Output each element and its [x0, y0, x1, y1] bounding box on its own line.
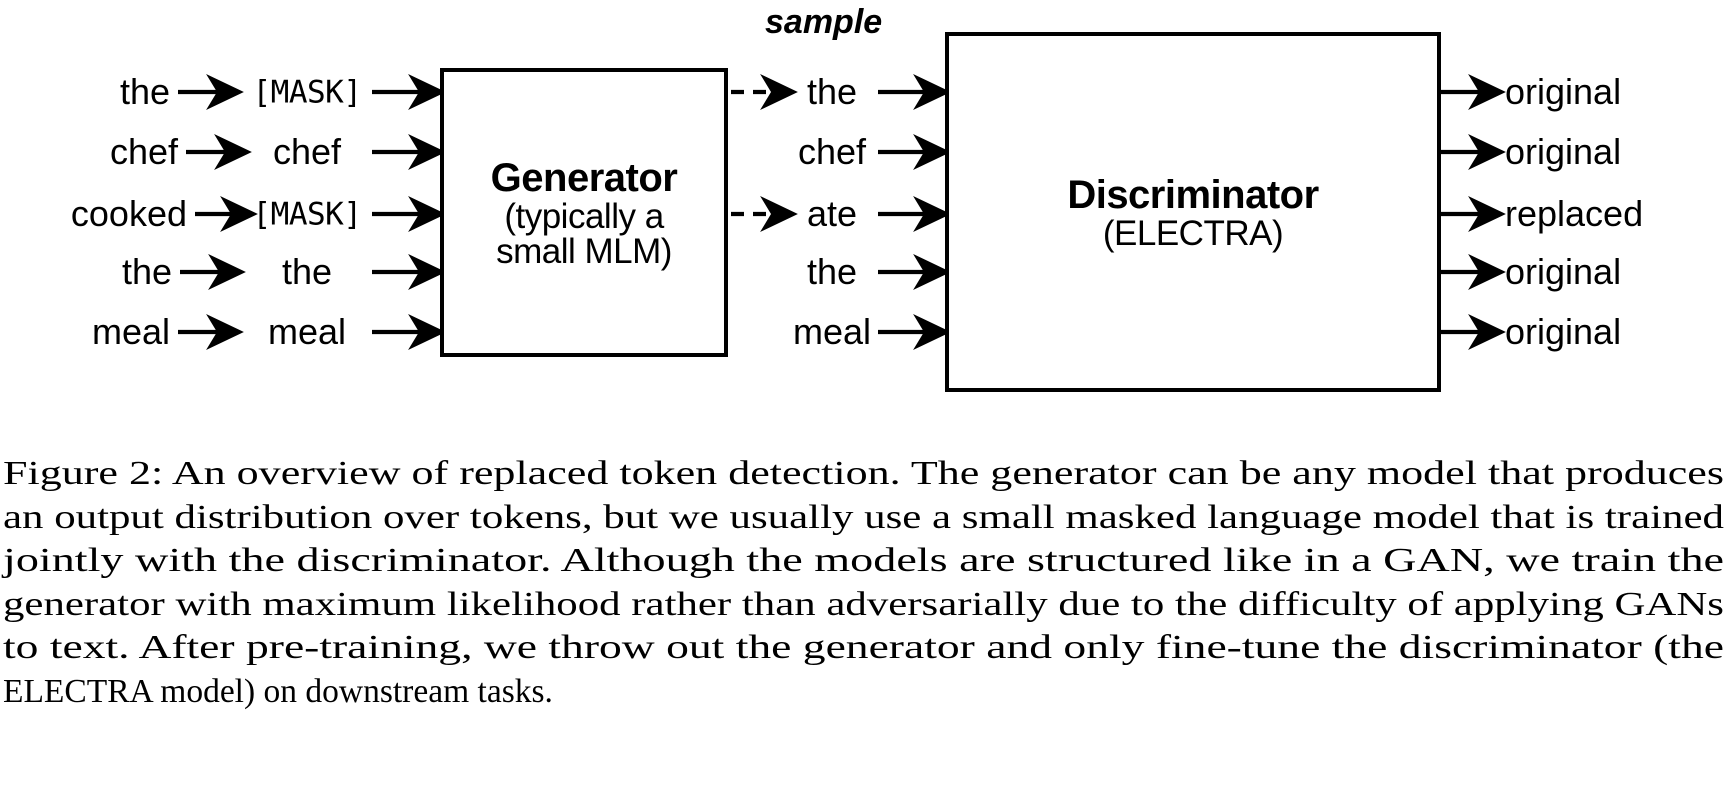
masked-token-2: [MASK] — [252, 196, 362, 233]
caption-line-5: to text. After pre-training, we throw ou… — [3, 629, 1724, 666]
arrows-input-to-masked — [178, 73, 258, 351]
figure-caption: Figure 2: An overview of replaced token … — [3, 452, 1724, 713]
output-label-2: replaced — [1505, 193, 1644, 234]
arrows-discriminator-to-output — [1440, 73, 1506, 351]
masked-token-0: [MASK] — [252, 74, 362, 111]
masked-token-1: chef — [272, 131, 342, 172]
caption-line-3: jointly with the discriminator. Although… — [3, 542, 1725, 579]
input-token-3: the — [121, 251, 172, 292]
discriminator-subtitle-line1: (ELECTRA) — [1102, 213, 1284, 253]
masked-token-4: meal — [267, 311, 347, 352]
caption-line-1: Figure 2: An overview of replaced token … — [3, 455, 1724, 492]
sampled-token-1: chef — [797, 131, 867, 172]
caption-line-4: generator with maximum likelihood rather… — [3, 585, 1724, 623]
masked-token-3: the — [281, 251, 333, 292]
sample-label: sample — [765, 3, 883, 41]
discriminator-title: Discriminator — [1067, 172, 1319, 217]
figure-diagram: sample the chef cooked the meal [MASK] c… — [0, 0, 1727, 430]
sampled-token-4: meal — [792, 311, 872, 352]
sampled-token-3: the — [806, 251, 858, 292]
input-token-2: cooked — [70, 193, 187, 234]
arrows-masked-to-generator — [372, 73, 446, 351]
arrows-sample-to-discriminator — [878, 73, 951, 351]
generator-title: Generator — [490, 155, 678, 200]
generator-box[interactable]: Generator (typically a small MLM) — [440, 68, 728, 357]
arrows-generator-sample-dashed — [731, 73, 798, 233]
output-label-3: original — [1505, 251, 1622, 292]
sampled-token-2: ate — [806, 193, 858, 234]
caption-line-6: ELECTRA model) on downstream tasks. — [3, 672, 553, 710]
input-token-4: meal — [91, 311, 170, 352]
caption-line-2: an output distribution over tokens, but … — [3, 498, 1724, 536]
generator-subtitle-line2: small MLM) — [496, 231, 672, 271]
output-label-1: original — [1505, 131, 1622, 172]
input-token-1: chef — [109, 131, 178, 172]
sampled-token-0: the — [806, 71, 858, 112]
discriminator-box[interactable]: Discriminator (ELECTRA) — [945, 32, 1441, 392]
output-label-0: original — [1505, 71, 1622, 112]
input-token-0: the — [119, 71, 170, 112]
output-label-4: original — [1505, 311, 1622, 352]
generator-subtitle-line1: (typically a — [504, 196, 664, 236]
